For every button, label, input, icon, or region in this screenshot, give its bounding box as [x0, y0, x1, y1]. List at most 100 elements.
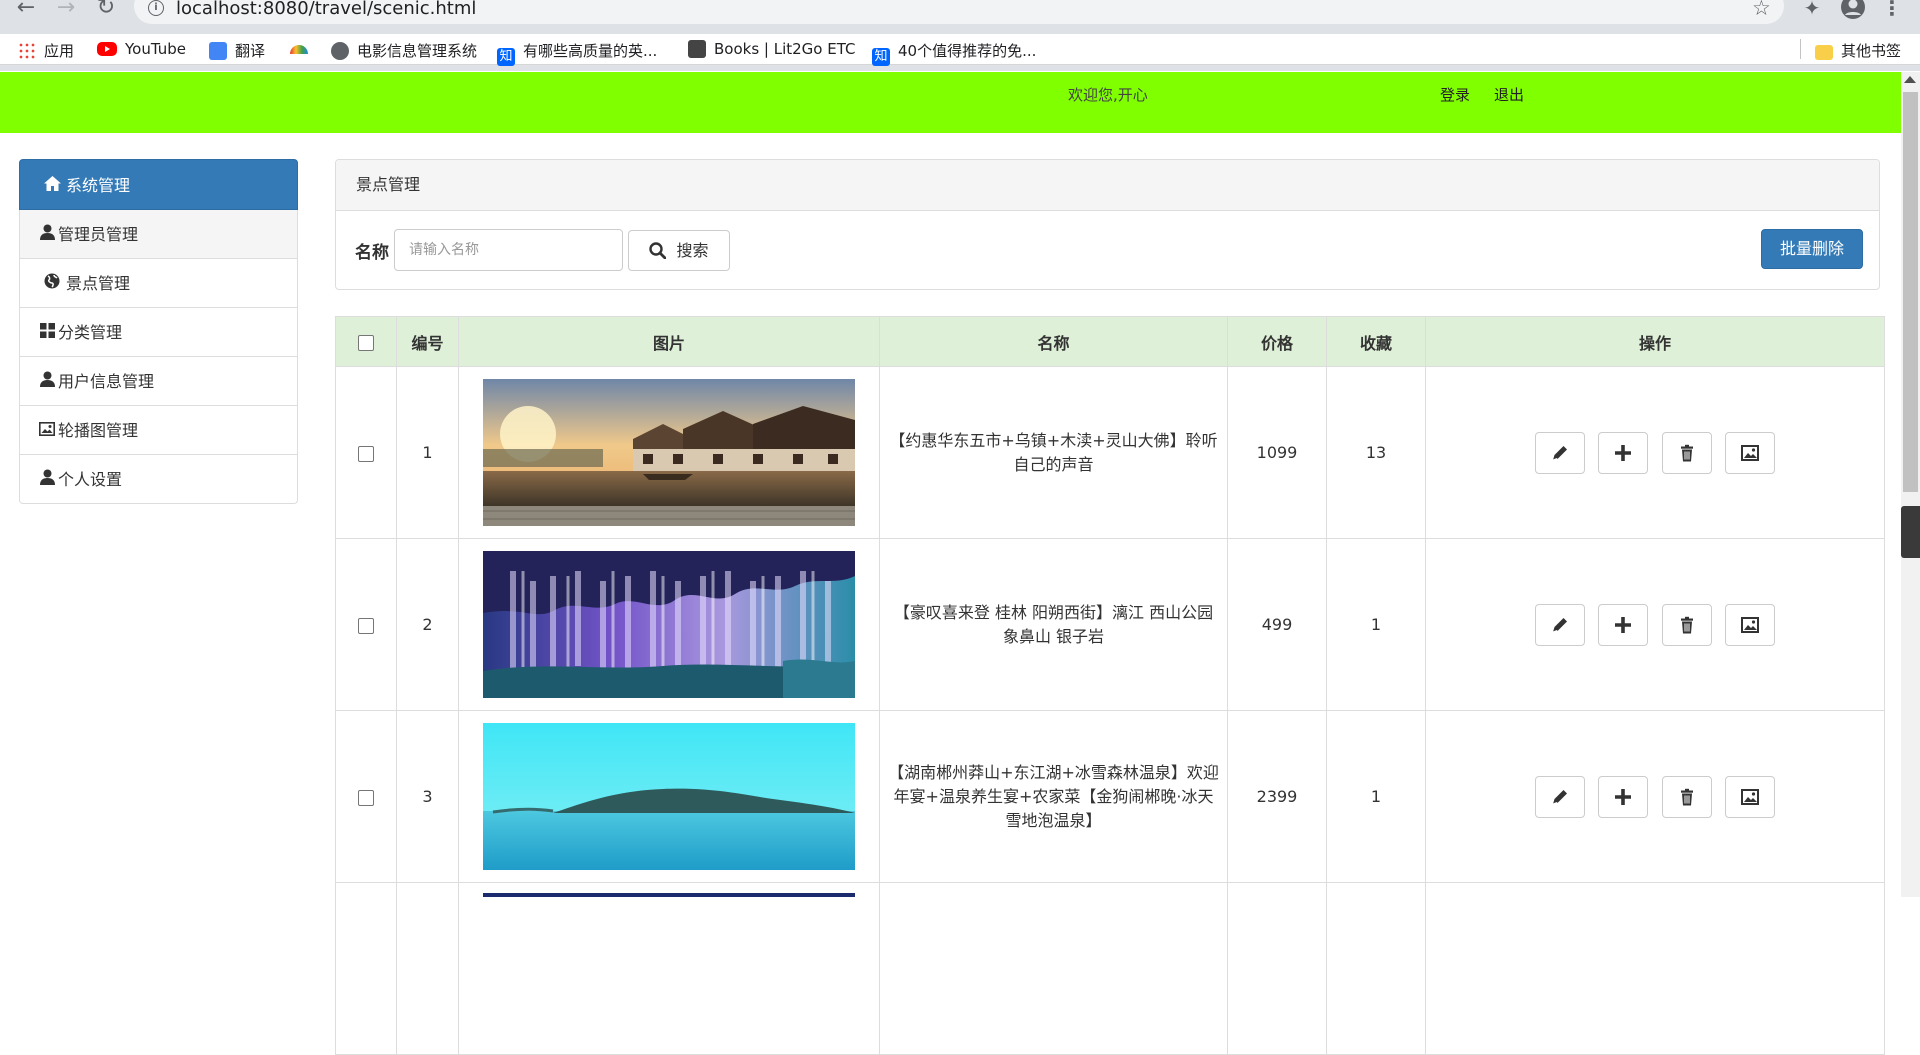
sidebar-item-admins[interactable]: 管理员管理	[19, 210, 298, 259]
row-actions	[1425, 366, 1885, 539]
select-all-checkbox[interactable]	[358, 334, 374, 351]
image-icon	[1740, 788, 1759, 805]
sidebar: 系统管理 管理员管理 景点管理 分类管理 用户信息管理 轮播图管理 个人设置	[19, 159, 298, 504]
sidebar-item-scenic[interactable]: 景点管理	[19, 259, 298, 308]
bookmark-zhihu-2[interactable]: 知 40个值得推荐的免...	[872, 40, 1036, 66]
row-price: 1099	[1227, 366, 1327, 539]
image-icon	[1740, 444, 1759, 461]
sidebar-item-system[interactable]: 系统管理	[19, 159, 298, 210]
zhihu-icon: 知	[497, 48, 515, 66]
row-favorites: 1	[1326, 710, 1426, 883]
row-price: 499	[1227, 538, 1327, 711]
bookmark-rainbow[interactable]	[290, 40, 316, 60]
apps-grid-icon	[18, 42, 36, 60]
bookmark-movie-system[interactable]: 电影信息管理系统	[331, 40, 477, 60]
delete-button[interactable]	[1661, 431, 1712, 474]
back-arrow-icon[interactable]: ←	[14, 0, 38, 20]
youtube-icon	[97, 42, 117, 56]
globe-icon	[331, 42, 349, 60]
row-image-cell	[458, 710, 880, 883]
account-icon[interactable]	[1840, 0, 1865, 19]
sidebar-item-carousel[interactable]: 轮播图管理	[19, 406, 298, 455]
row-id: 2	[396, 538, 459, 711]
reload-icon[interactable]: ↻	[94, 0, 118, 20]
bookmark-separator	[1800, 39, 1801, 59]
delete-button[interactable]	[1661, 603, 1712, 646]
edit-button[interactable]	[1535, 431, 1586, 474]
table-row: 3 【湖南郴州莽山+东江湖+冰雪森林温泉】欢迎年宴+温泉养生宴+农家菜【金狗闹郴…	[335, 710, 1885, 883]
scrollbar-thumb[interactable]	[1903, 92, 1918, 492]
image-button[interactable]	[1724, 431, 1775, 474]
row-checkbox[interactable]	[358, 445, 374, 462]
grid-icon	[39, 309, 55, 358]
search-button[interactable]: 搜索	[628, 230, 730, 271]
search-input[interactable]	[394, 229, 623, 271]
delete-button[interactable]	[1661, 775, 1712, 818]
image-button[interactable]	[1724, 603, 1775, 646]
row-image-cell	[458, 882, 880, 1055]
row-actions	[1425, 538, 1885, 711]
karst-cave-photo	[483, 551, 855, 698]
row-id: 3	[396, 710, 459, 883]
water-town-photo	[483, 379, 855, 526]
url-text[interactable]: localhost:8080/travel/scenic.html	[176, 0, 476, 19]
next-photo	[483, 893, 855, 897]
login-link[interactable]: 登录	[1440, 84, 1470, 105]
row-checkbox[interactable]	[358, 789, 374, 806]
header-image: 图片	[458, 316, 880, 367]
bookmark-lit2go[interactable]: Books | Lit2Go ETC	[688, 40, 856, 60]
top-header-bar	[0, 72, 1901, 133]
add-button[interactable]	[1598, 603, 1649, 646]
zhihu-icon: 知	[872, 48, 890, 66]
picture-icon	[39, 407, 55, 456]
bookmark-youtube[interactable]: YouTube	[97, 40, 186, 60]
panel-title: 景点管理	[336, 160, 1879, 211]
bookmark-star-icon[interactable]: ☆	[1752, 0, 1771, 20]
row-checkbox[interactable]	[358, 617, 374, 634]
user-icon	[39, 358, 55, 407]
table-row	[335, 882, 1885, 1055]
image-button[interactable]	[1724, 775, 1775, 818]
scroll-up-arrow-icon[interactable]	[1904, 76, 1916, 83]
other-bookmarks[interactable]: 其他书签	[1815, 40, 1901, 60]
add-button[interactable]	[1598, 775, 1649, 818]
bookmark-zhihu-1[interactable]: 知有哪些高质量的英...	[497, 40, 657, 66]
batch-delete-button[interactable]: 批量删除	[1761, 229, 1863, 269]
row-select-cell	[335, 366, 397, 539]
sidebar-item-profile[interactable]: 个人设置	[19, 455, 298, 504]
extensions-icon[interactable]: ✦	[1800, 0, 1824, 20]
add-icon	[1615, 788, 1632, 805]
image-icon	[1740, 616, 1759, 633]
row-favorites: 1	[1326, 538, 1426, 711]
user-icon	[39, 211, 55, 260]
row-name: 【豪叹喜来登 桂林 阳朔西街】漓江 西山公园 象鼻山 银子岩	[879, 538, 1228, 711]
scenic-table: 编号 图片 名称 价格 收藏 操作 1 【约惠华东五市+乌镇+木渎+灵山大佛】聆…	[335, 316, 1885, 1055]
row-id: 1	[396, 366, 459, 539]
menu-kebab-icon[interactable]: ⋮	[1880, 0, 1904, 20]
add-button[interactable]	[1598, 431, 1649, 474]
edit-button[interactable]	[1535, 775, 1586, 818]
forward-arrow-icon[interactable]: →	[54, 0, 78, 20]
row-name: 【湖南郴州莽山+东江湖+冰雪森林温泉】欢迎年宴+温泉养生宴+农家菜【金狗闹郴晚·…	[879, 710, 1228, 883]
table-header-row: 编号 图片 名称 价格 收藏 操作	[335, 316, 1885, 367]
sidebar-item-users[interactable]: 用户信息管理	[19, 357, 298, 406]
table-row: 2 【豪叹喜来登 桂林 阳朔西街】漓江 西山公园 象鼻山 银子岩 499 1	[335, 538, 1885, 711]
bookmark-translate[interactable]: 翻译	[209, 40, 265, 60]
home-icon	[42, 161, 62, 212]
search-label: 名称	[355, 243, 389, 263]
edit-icon	[1553, 617, 1568, 632]
edit-icon	[1553, 445, 1568, 460]
bookmark-apps[interactable]: 应用	[18, 40, 74, 60]
sidebar-item-category[interactable]: 分类管理	[19, 308, 298, 357]
select-all-cell	[335, 316, 397, 367]
header-price: 价格	[1227, 316, 1327, 367]
side-widget[interactable]	[1901, 506, 1920, 558]
delete-icon	[1680, 444, 1693, 461]
welcome-text: 欢迎您,开心	[1068, 86, 1148, 104]
header-actions: 操作	[1425, 316, 1885, 367]
logout-link[interactable]: 退出	[1494, 84, 1524, 105]
delete-icon	[1680, 788, 1693, 805]
edit-button[interactable]	[1535, 603, 1586, 646]
header-id: 编号	[396, 316, 459, 367]
info-icon[interactable]: i	[148, 0, 164, 16]
